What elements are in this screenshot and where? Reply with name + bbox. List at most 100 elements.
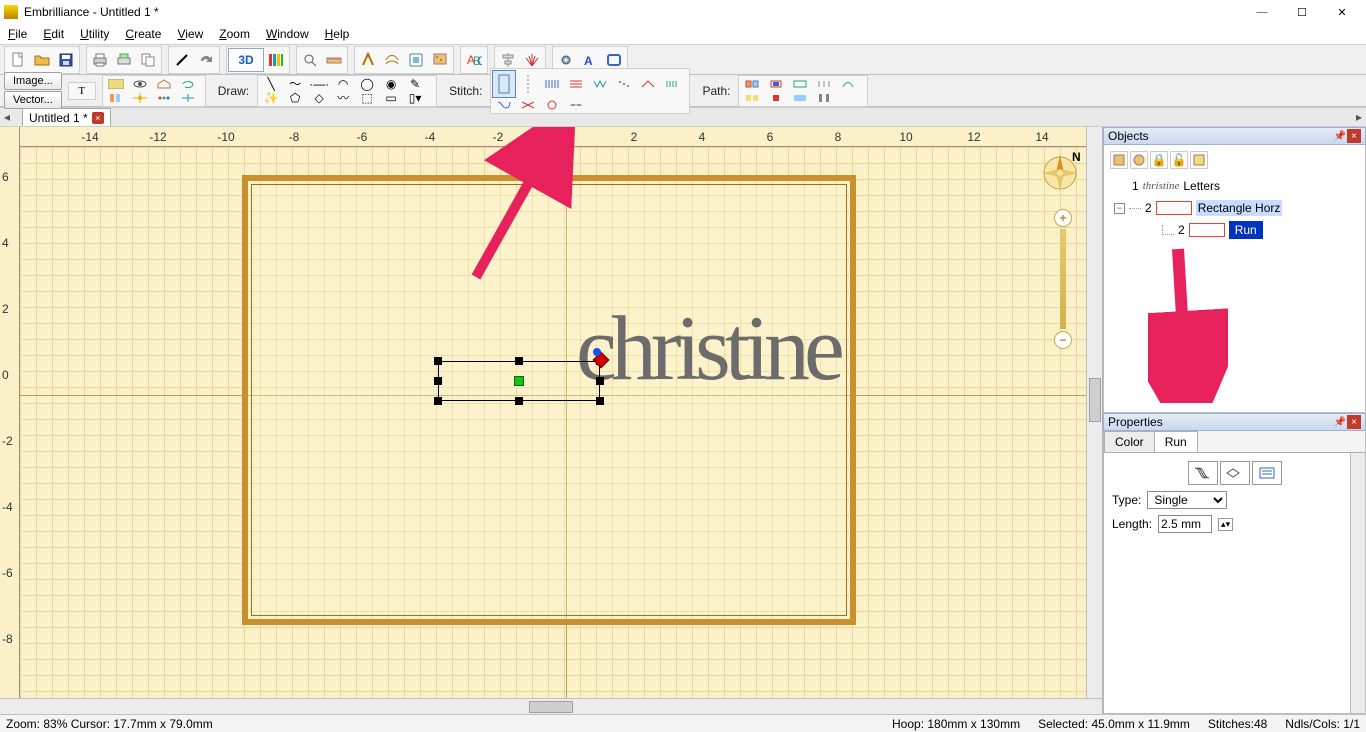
draw-fit-icon[interactable]: ⬚: [355, 91, 379, 105]
tab-run[interactable]: Run: [1154, 431, 1198, 452]
design-grid[interactable]: christine: [20, 147, 1086, 698]
stitch-run-icon[interactable]: [492, 70, 516, 98]
zoom-slider[interactable]: + −: [1054, 209, 1072, 349]
refresh-icon[interactable]: [176, 77, 200, 91]
length-input[interactable]: [1158, 515, 1212, 533]
menu-view[interactable]: View: [169, 25, 211, 43]
draw-rect2-icon[interactable]: ▯▾: [403, 91, 427, 105]
center-handle[interactable]: [514, 376, 524, 386]
open-button[interactable]: [30, 48, 54, 72]
text-tool-icon[interactable]: T: [70, 84, 94, 98]
draw-curve-icon[interactable]: 〜: [283, 77, 307, 91]
design-text[interactable]: christine: [576, 295, 839, 401]
tool-d-icon[interactable]: [428, 48, 452, 72]
stitch-f-icon[interactable]: [660, 77, 684, 91]
print2-button[interactable]: [112, 48, 136, 72]
stepper-icon[interactable]: ▴▾: [1218, 518, 1233, 531]
dots-icon[interactable]: [152, 91, 176, 105]
pin-icon-2[interactable]: 📌: [1333, 415, 1347, 429]
stitch-a-icon[interactable]: [540, 77, 564, 91]
menu-edit[interactable]: Edit: [35, 25, 72, 43]
draw-poly2-icon[interactable]: ◇: [307, 91, 331, 105]
properties-panel-header[interactable]: Properties 📌 ×: [1103, 413, 1366, 431]
menu-zoom[interactable]: Zoom: [211, 25, 258, 43]
panel-close-icon[interactable]: ×: [1347, 129, 1361, 143]
draw-ellipse-icon[interactable]: ◯: [355, 77, 379, 91]
style-btn-2[interactable]: [1220, 461, 1250, 485]
compass-icon[interactable]: N: [1038, 151, 1082, 195]
maximize-button[interactable]: ☐: [1282, 0, 1322, 24]
unlock-icon[interactable]: 🔓: [1170, 151, 1188, 169]
menu-window[interactable]: Window: [258, 25, 317, 43]
collapse-icon[interactable]: −: [1114, 203, 1125, 214]
path-g-icon[interactable]: [764, 91, 788, 105]
stitch-c-icon[interactable]: [588, 77, 612, 91]
needle-icon[interactable]: [170, 48, 194, 72]
objects-tree[interactable]: 1 thristine Letters − 2 Rectangle Horz 2…: [1108, 171, 1361, 249]
arrows-icon[interactable]: [176, 91, 200, 105]
menu-help[interactable]: Help: [317, 25, 358, 43]
path-c-icon[interactable]: [788, 77, 812, 91]
lock-icon[interactable]: 🔒: [1150, 151, 1168, 169]
zoom-in-button[interactable]: +: [1054, 209, 1072, 227]
panel-close-icon-2[interactable]: ×: [1347, 415, 1361, 429]
path-i-icon[interactable]: [812, 91, 836, 105]
stitch-h-icon[interactable]: [516, 98, 540, 112]
entry-point-icon[interactable]: [593, 348, 601, 356]
tab-untitled[interactable]: Untitled 1 * ×: [22, 108, 111, 126]
save-button[interactable]: [54, 48, 78, 72]
type-select[interactable]: Single: [1147, 491, 1227, 509]
draw-line-icon[interactable]: ╲: [259, 77, 283, 91]
tree-row-run[interactable]: 2 Run: [1114, 219, 1361, 241]
new-button[interactable]: [6, 48, 30, 72]
path-f-icon[interactable]: [740, 91, 764, 105]
vector-button[interactable]: Vector...: [4, 91, 62, 109]
palette-icon[interactable]: [264, 48, 288, 72]
canvas-area[interactable]: cm -14-12 -10-8 -6-4 -20 24 68 1012 14 -…: [0, 127, 1102, 714]
scrollbar-horizontal[interactable]: [0, 698, 1102, 714]
tool-c-icon[interactable]: [404, 48, 428, 72]
draw-wave-icon[interactable]: 〰: [331, 91, 355, 105]
draw-rect-icon[interactable]: ▭: [379, 91, 403, 105]
menu-file[interactable]: File: [0, 25, 35, 43]
image-button[interactable]: Image...: [4, 72, 62, 90]
menu-utility[interactable]: Utility: [72, 25, 117, 43]
path-e-icon[interactable]: [836, 77, 860, 91]
minimize-button[interactable]: —: [1242, 0, 1282, 24]
stitch-line-icon[interactable]: [516, 70, 540, 98]
tab-color[interactable]: Color: [1104, 431, 1155, 452]
copy-button[interactable]: [136, 48, 160, 72]
zoom-out-button[interactable]: −: [1054, 331, 1072, 349]
center-icon[interactable]: [128, 91, 152, 105]
tab-close-icon[interactable]: ×: [92, 112, 104, 124]
path-a-icon[interactable]: [740, 77, 764, 91]
style-btn-3[interactable]: [1252, 461, 1282, 485]
stitch-d-icon[interactable]: [612, 77, 636, 91]
objects-panel-header[interactable]: Objects 📌 ×: [1103, 127, 1366, 145]
tab-scroll-left[interactable]: ◂: [0, 110, 14, 124]
tab-scroll-right[interactable]: ▸: [1352, 110, 1366, 124]
tree-row-letters[interactable]: 1 thristine Letters: [1114, 175, 1361, 197]
print-button[interactable]: [88, 48, 112, 72]
3d-toggle[interactable]: 3D: [228, 48, 264, 72]
home-icon[interactable]: [152, 77, 176, 91]
stitch-i-icon[interactable]: [540, 98, 564, 112]
draw-magic-icon[interactable]: ✨: [259, 91, 283, 105]
obj-btn-2[interactable]: [1130, 151, 1148, 169]
close-button[interactable]: ✕: [1322, 0, 1362, 24]
ruler-icon[interactable]: [322, 48, 346, 72]
redo-button[interactable]: [194, 48, 218, 72]
tree-row-rect[interactable]: − 2 Rectangle Horz: [1114, 197, 1361, 219]
eye-icon[interactable]: [128, 77, 152, 91]
path-d-icon[interactable]: [812, 77, 836, 91]
draw-poly1-icon[interactable]: ⬠: [283, 91, 307, 105]
properties-scrollbar[interactable]: [1350, 453, 1365, 713]
stitch-b-icon[interactable]: [564, 77, 588, 91]
draw-spiral-icon[interactable]: ◉: [379, 77, 403, 91]
stitch-e-icon[interactable]: [636, 77, 660, 91]
tool-b-icon[interactable]: [380, 48, 404, 72]
stitch-g-icon[interactable]: [492, 98, 516, 112]
obj-btn-1[interactable]: [1110, 151, 1128, 169]
letters-icon[interactable]: ABC: [462, 48, 486, 72]
path-b-icon[interactable]: [764, 77, 788, 91]
